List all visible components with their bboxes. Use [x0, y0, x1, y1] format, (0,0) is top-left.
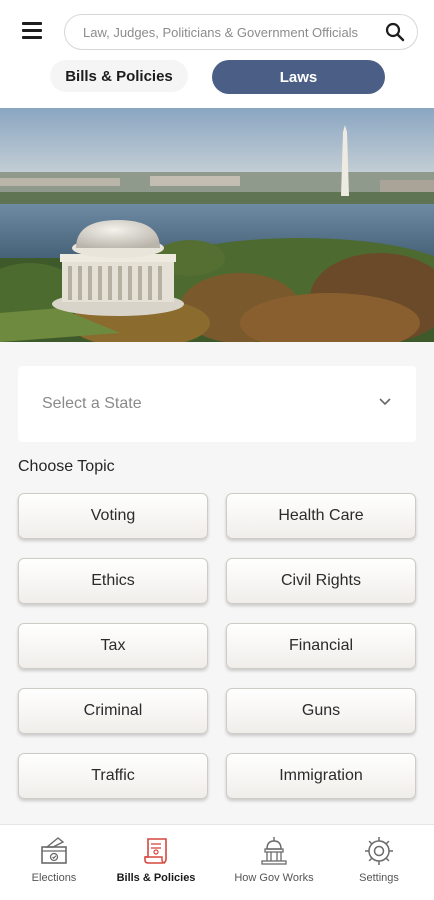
topic-button-financial[interactable]: Financial — [226, 623, 416, 669]
topic-button-tax[interactable]: Tax — [18, 623, 208, 669]
topic-button-voting[interactable]: Voting — [18, 493, 208, 539]
choose-topic-heading: Choose Topic — [18, 458, 115, 475]
hamburger-menu-icon[interactable] — [22, 22, 46, 42]
main-content: Select a State Choose Topic Voting Healt… — [0, 342, 434, 824]
topic-button-traffic[interactable]: Traffic — [18, 753, 208, 799]
nav-item-settings[interactable]: Settings — [344, 825, 414, 900]
state-select-dropdown[interactable]: Select a State — [18, 366, 416, 442]
tab-laws[interactable]: Laws — [212, 60, 385, 94]
nav-item-how-gov-works[interactable]: How Gov Works — [226, 825, 322, 900]
topic-button-immigration[interactable]: Immigration — [226, 753, 416, 799]
hero-image — [0, 108, 434, 342]
tab-bills-and-policies[interactable]: Bills & Policies — [50, 60, 188, 92]
nav-label-elections: Elections — [31, 872, 77, 884]
topic-button-civil-rights[interactable]: Civil Rights — [226, 558, 416, 604]
search-input[interactable] — [83, 15, 373, 49]
topic-button-criminal[interactable]: Criminal — [18, 688, 208, 734]
search-icon[interactable] — [385, 22, 405, 42]
nav-label-how-gov-works: How Gov Works — [234, 872, 314, 884]
search-bar[interactable] — [64, 14, 418, 50]
nav-item-elections[interactable]: Elections — [18, 825, 90, 900]
state-select-value: Select a State — [42, 395, 142, 412]
bottom-navigation: Elections Bills & Policies How Gov Works — [0, 824, 434, 900]
app-header: Bills & Policies Laws — [0, 0, 434, 108]
document-scroll-icon — [144, 838, 167, 864]
nav-label-bills-policies: Bills & Policies — [116, 872, 196, 884]
topic-button-guns[interactable]: Guns — [226, 688, 416, 734]
gear-icon — [365, 837, 393, 865]
ballot-box-icon — [41, 837, 67, 864]
nav-item-bills-policies[interactable]: Bills & Policies — [108, 825, 204, 900]
nav-label-settings: Settings — [359, 872, 399, 884]
topic-button-ethics[interactable]: Ethics — [18, 558, 208, 604]
topic-button-health-care[interactable]: Health Care — [226, 493, 416, 539]
capitol-icon — [261, 837, 287, 865]
chevron-down-icon — [379, 398, 391, 406]
